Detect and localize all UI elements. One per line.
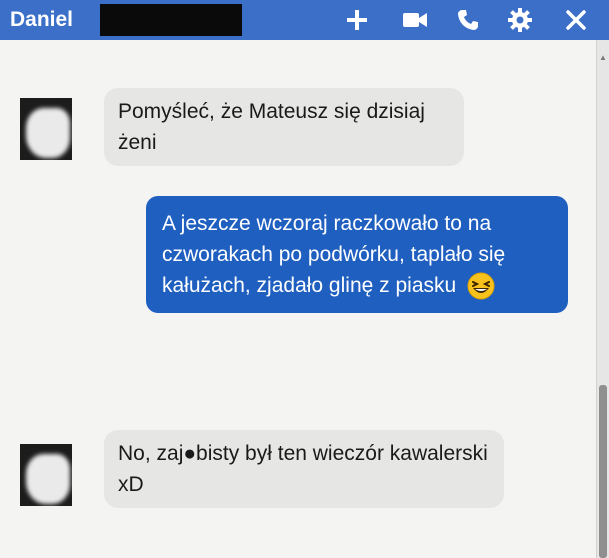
incoming-message: No, zaj●bisty był ten wieczór kawalerski… [104, 430, 504, 508]
add-icon[interactable] [342, 5, 372, 35]
scrollbar[interactable]: ▲ [596, 40, 609, 558]
chat-header: Daniel [0, 0, 609, 40]
redaction-bar [100, 4, 242, 36]
outgoing-message: A jeszcze wczoraj raczkowało to na czwor… [146, 196, 568, 314]
outgoing-message-text: A jeszcze wczoraj raczkowało to na czwor… [162, 212, 506, 297]
phone-icon[interactable] [453, 5, 483, 35]
message-list[interactable]: Pomyśleć, że Mateusz się dzisiaj żeni A … [0, 40, 596, 558]
close-icon[interactable] [561, 5, 591, 35]
scrollbar-thumb[interactable] [599, 385, 607, 558]
avatar[interactable] [20, 98, 72, 160]
incoming-message: Pomyśleć, że Mateusz się dzisiaj żeni [104, 88, 464, 166]
avatar[interactable] [20, 444, 72, 506]
laughing-emoji-icon [466, 271, 496, 301]
scroll-up-icon[interactable]: ▲ [599, 54, 607, 62]
contact-name[interactable]: Daniel [10, 8, 73, 32]
gear-icon[interactable] [505, 5, 535, 35]
video-call-icon[interactable] [400, 5, 430, 35]
